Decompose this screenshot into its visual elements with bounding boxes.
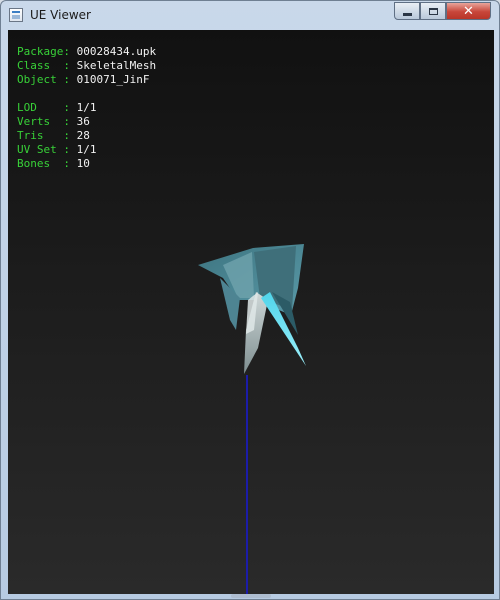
- mesh-info-panel: Package: 00028434.upk Class : SkeletalMe…: [17, 45, 156, 171]
- 3d-viewport[interactable]: Package: 00028434.upk Class : SkeletalMe…: [8, 30, 494, 594]
- info-row-package: Package: 00028434.upk: [17, 45, 156, 59]
- info-separator: :: [63, 101, 77, 114]
- info-separator: :: [63, 143, 77, 156]
- info-label: Object: [17, 73, 64, 86]
- skeletal-mesh: [198, 244, 306, 374]
- info-label: Package: [17, 45, 64, 58]
- info-value: 10: [76, 157, 90, 170]
- info-label: Tris: [17, 129, 64, 142]
- info-separator: :: [63, 73, 77, 86]
- info-label: Verts: [17, 115, 64, 128]
- info-row-class: Class : SkeletalMesh: [17, 59, 156, 73]
- info-label: UV Set: [17, 143, 64, 156]
- title-bar[interactable]: UE Viewer ✕: [1, 1, 499, 30]
- info-row-verts: Verts : 36: [17, 115, 156, 129]
- info-value: 1/1: [76, 101, 97, 114]
- info-separator: :: [63, 45, 77, 58]
- info-separator: :: [63, 115, 77, 128]
- info-label: LOD: [17, 101, 64, 114]
- maximize-button[interactable]: [420, 2, 446, 20]
- info-value: 1/1: [76, 143, 97, 156]
- info-row-uvset: UV Set : 1/1: [17, 143, 156, 157]
- window-title: UE Viewer: [30, 8, 91, 22]
- app-icon[interactable]: [9, 8, 23, 22]
- app-window: UE Viewer ✕ Package: 00028434.upk Class …: [0, 0, 500, 600]
- close-button[interactable]: ✕: [446, 2, 491, 20]
- minimize-icon: [402, 12, 412, 16]
- info-label: Class: [17, 59, 64, 72]
- info-value: SkeletalMesh: [76, 59, 157, 72]
- info-row-bones: Bones : 10: [17, 157, 156, 171]
- close-icon: ✕: [463, 3, 474, 19]
- info-row-lod: LOD : 1/1: [17, 101, 156, 115]
- info-value: 36: [76, 115, 90, 128]
- resize-grip[interactable]: [231, 594, 271, 598]
- info-separator: :: [63, 157, 77, 170]
- info-value: 00028434.upk: [76, 45, 157, 58]
- minimize-button[interactable]: [394, 2, 420, 20]
- info-row-tris: Tris : 28: [17, 129, 156, 143]
- info-separator: :: [63, 129, 77, 142]
- info-separator: :: [63, 59, 77, 72]
- maximize-icon: [428, 7, 438, 15]
- info-label: Bones: [17, 157, 64, 170]
- info-value: 010071_JinF: [76, 73, 150, 86]
- info-row-object: Object : 010071_JinF: [17, 73, 156, 87]
- info-value: 28: [76, 129, 90, 142]
